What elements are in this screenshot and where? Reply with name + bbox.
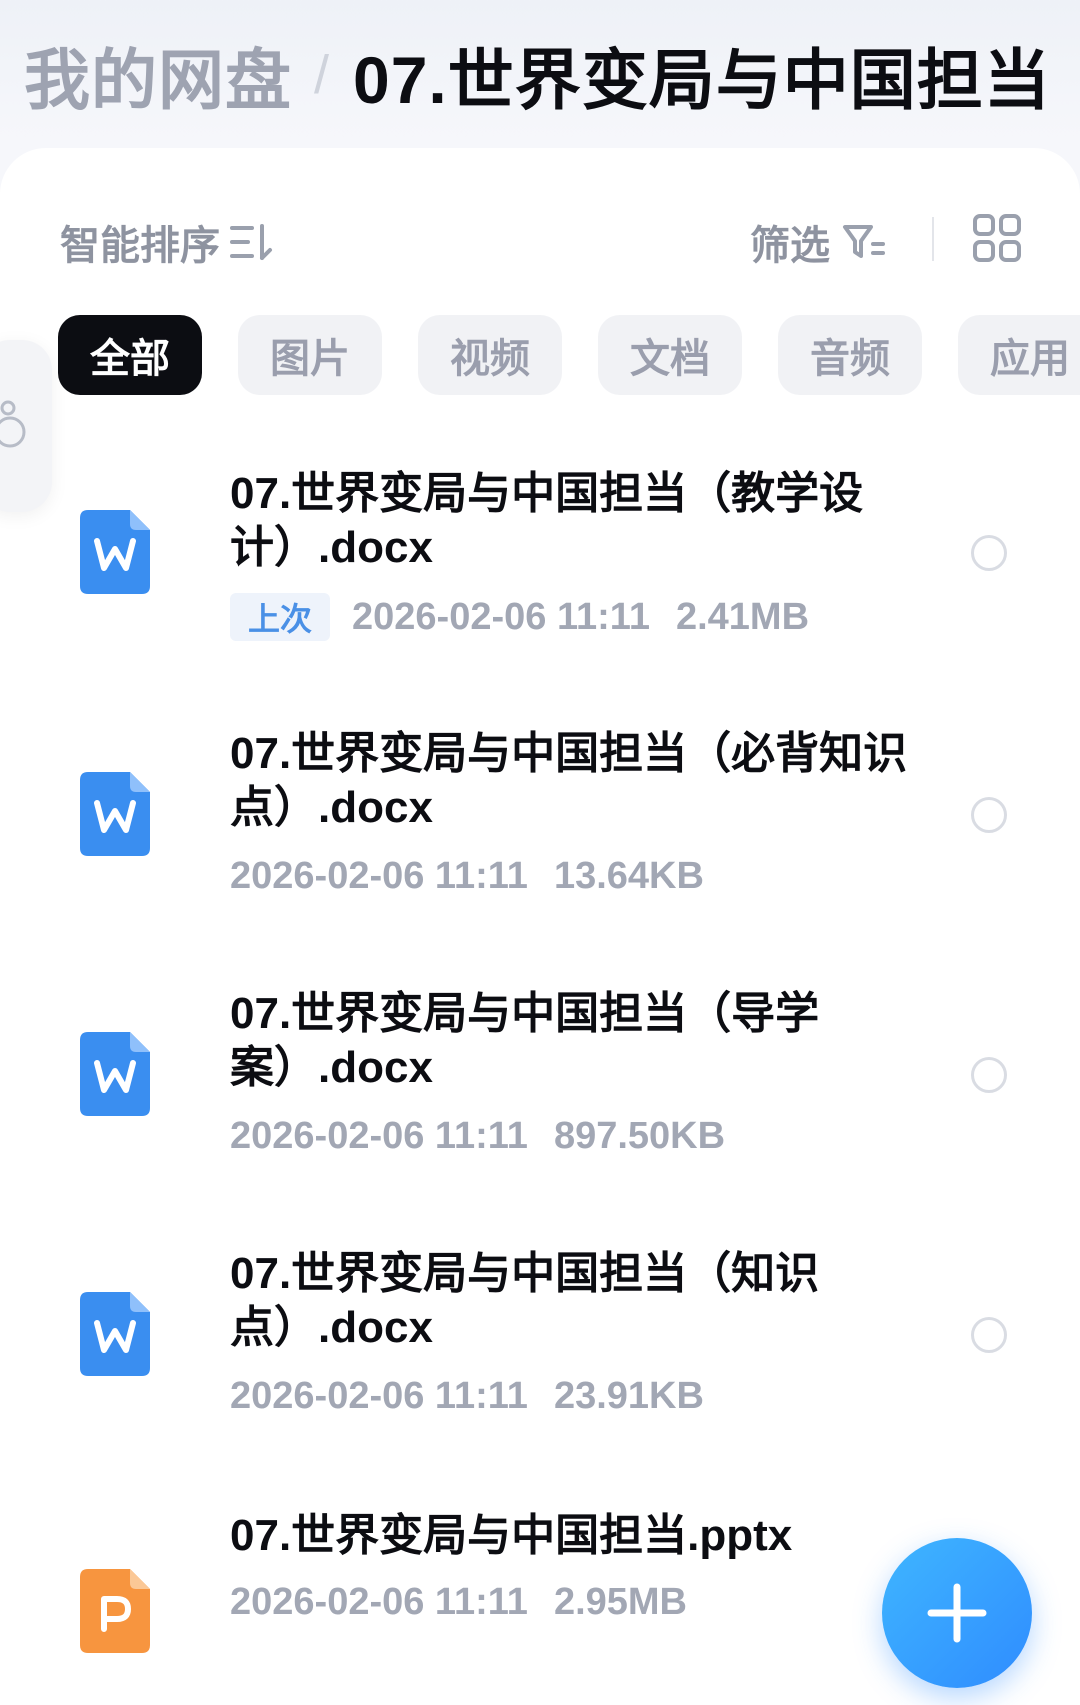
sort-button[interactable]: 智能排序 (60, 213, 274, 271)
word-file-icon (80, 1292, 150, 1376)
select-checkbox[interactable] (971, 1057, 1007, 1093)
file-row[interactable]: 07.世界变局与中国担当（导学案）.docx 2026-02-06 11:11 … (0, 977, 1080, 1177)
file-name: 07.世界变局与中国担当（知识点）.docx (230, 1249, 820, 1352)
file-meta: 2026-02-06 11:11 23.91KB (230, 1375, 704, 1418)
select-checkbox[interactable] (971, 1317, 1007, 1353)
file-date: 2026-02-06 11:11 (230, 1375, 528, 1417)
file-size: 13.64KB (553, 855, 704, 897)
file-meta: 2026-02-06 11:11 13.64KB (230, 855, 704, 898)
file-size: 23.91KB (553, 1375, 704, 1417)
grid-view-icon (973, 214, 1021, 262)
file-name: 07.世界变局与中国担当（导学案）.docx (230, 989, 820, 1092)
breadcrumb: 我的网盘 / 07.世界变局与中国担当 (24, 30, 1051, 120)
filter-label: 筛选 (750, 224, 830, 268)
file-meta: 2026-02-06 11:11 2.95MB (230, 1581, 687, 1624)
file-date: 2026-02-06 11:11 (352, 595, 650, 638)
file-meta: 上次 2026-02-06 11:11 2.41MB (230, 593, 809, 641)
select-checkbox[interactable] (971, 797, 1007, 833)
filter-button[interactable]: 筛选 (750, 213, 886, 271)
file-size: 2.95MB (553, 1581, 687, 1623)
tab-apps[interactable]: 应用 (958, 315, 1080, 395)
category-tabs: 全部 图片 视频 文档 音频 应用 (58, 315, 1080, 395)
tab-videos[interactable]: 视频 (418, 315, 562, 395)
file-row[interactable]: 07.世界变局与中国担当（必背知识点）.docx 2026-02-06 11:1… (0, 717, 1080, 917)
grid-view-button[interactable] (972, 213, 1022, 263)
breadcrumb-root[interactable]: 我的网盘 (24, 27, 292, 123)
select-checkbox[interactable] (971, 535, 1007, 571)
last-opened-badge: 上次 (230, 593, 331, 641)
file-row[interactable]: 07.世界变局与中国担当（教学设计）.docx 上次 2026-02-06 11… (0, 455, 1080, 655)
file-size: 897.50KB (553, 1115, 726, 1157)
toolbar-divider (932, 217, 934, 261)
file-name: 07.世界变局与中国担当（必背知识点）.docx (230, 729, 908, 832)
file-row[interactable]: 07.世界变局与中国担当（知识点）.docx 2026-02-06 11:11 … (0, 1237, 1080, 1437)
plus-icon (927, 1583, 987, 1643)
toolbar: 智能排序 筛选 (0, 205, 1080, 275)
add-button[interactable] (882, 1538, 1032, 1688)
file-date: 2026-02-06 11:11 (230, 855, 528, 897)
sort-icon (230, 224, 272, 260)
tab-audio[interactable]: 音频 (778, 315, 922, 395)
ppt-file-icon (80, 1569, 150, 1653)
word-file-icon (80, 1032, 150, 1116)
word-file-icon (80, 510, 150, 594)
tab-documents[interactable]: 文档 (598, 315, 742, 395)
breadcrumb-separator: / (314, 45, 330, 105)
file-name: 07.世界变局与中国担当.pptx (230, 1511, 793, 1560)
file-name: 07.世界变局与中国担当（教学设计）.docx (230, 469, 864, 572)
file-size: 2.41MB (675, 595, 810, 638)
page-title: 07.世界变局与中国担当 (353, 43, 1051, 117)
tab-images[interactable]: 图片 (238, 315, 382, 395)
file-date: 2026-02-06 11:11 (230, 1581, 528, 1623)
filter-icon (843, 225, 885, 258)
file-date: 2026-02-06 11:11 (230, 1115, 528, 1157)
file-meta: 2026-02-06 11:11 897.50KB (230, 1115, 725, 1158)
tab-all[interactable]: 全部 (58, 315, 202, 395)
word-file-icon (80, 772, 150, 856)
sort-label: 智能排序 (60, 224, 220, 268)
